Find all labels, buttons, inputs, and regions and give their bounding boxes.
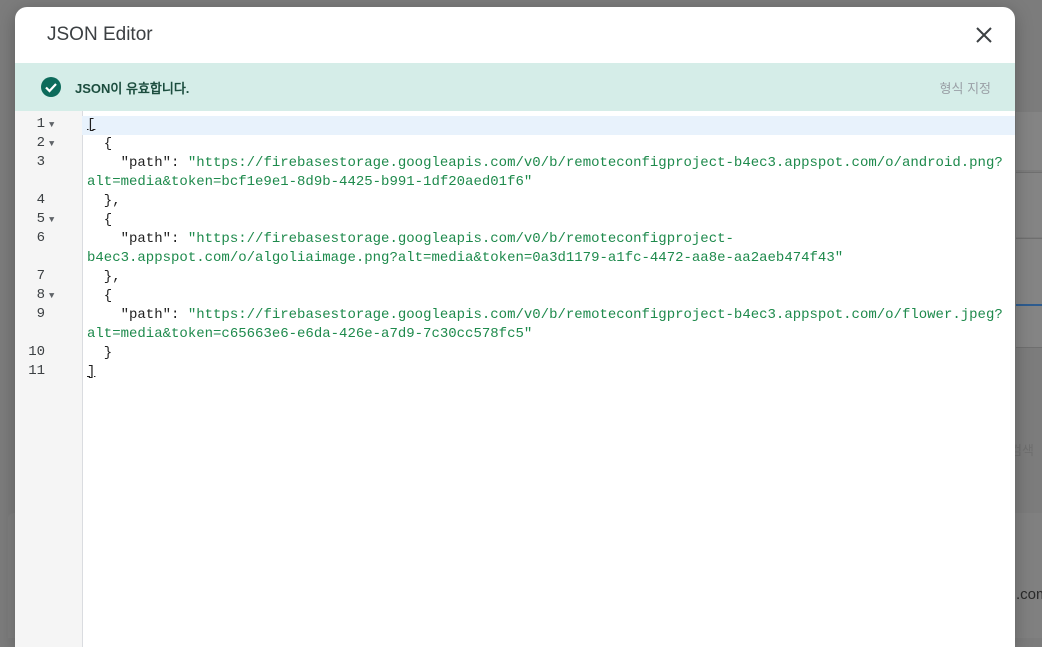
line-number: 6 xyxy=(36,230,45,246)
code-line: alt=media&token=c65663e6-e6da-426e-a7d9-… xyxy=(87,326,533,342)
line-number: 10 xyxy=(28,344,45,360)
code-line: "path": "https://firebasestorage.googlea… xyxy=(87,155,1003,171)
background-panel xyxy=(1016,238,1042,348)
fold-toggle-icon[interactable]: ▼ xyxy=(49,116,54,135)
line-number: 3 xyxy=(36,154,45,170)
line-number: 2 xyxy=(36,135,45,151)
background-url-fragment: .com xyxy=(1016,586,1042,603)
check-circle-icon xyxy=(41,77,61,97)
code-line: alt=media&token=bcf1e9e1-8d9b-4425-b991-… xyxy=(87,174,533,190)
line-number: 9 xyxy=(36,306,45,322)
fold-toggle-icon[interactable]: ▼ xyxy=(49,135,54,154)
validation-status-text: JSON이 유효합니다. xyxy=(75,81,190,96)
line-number: 4 xyxy=(36,192,45,208)
code-line: { xyxy=(87,288,113,304)
active-line-highlight xyxy=(82,116,1015,135)
code-line: [ xyxy=(87,117,96,133)
close-button[interactable] xyxy=(971,22,997,48)
background-panel xyxy=(1016,112,1042,170)
code-line: ] xyxy=(87,364,96,380)
line-number: 8 xyxy=(36,287,45,303)
background-input-underline xyxy=(1016,304,1042,306)
code-editor[interactable]: 1 2 3 4 5 6 7 8 9 10 11 ▼ ▼ ▼ ▼ [ { "pat… xyxy=(15,111,1015,647)
fold-toggle-icon[interactable]: ▼ xyxy=(49,211,54,230)
code-line: "path": "https://firebasestorage.googlea… xyxy=(87,307,1003,323)
line-number: 5 xyxy=(36,211,45,227)
json-editor-dialog: JSON Editor JSON이 유효합니다. 형식 지정 1 2 3 4 5… xyxy=(15,7,1015,647)
line-number: 11 xyxy=(28,363,45,379)
code-line: b4ec3.appspot.com/o/algoliaimage.png?alt… xyxy=(87,250,844,266)
code-line: }, xyxy=(87,193,121,209)
fold-toggle-icon[interactable]: ▼ xyxy=(49,287,54,306)
line-number: 1 xyxy=(36,116,45,132)
code-line: { xyxy=(87,212,113,228)
dialog-header: JSON Editor xyxy=(15,7,1015,63)
code-line: { xyxy=(87,136,113,152)
close-icon xyxy=(976,27,992,43)
code-line: } xyxy=(87,345,113,361)
code-line: }, xyxy=(87,269,121,285)
validation-banner: JSON이 유효합니다. 형식 지정 xyxy=(15,63,1015,111)
dialog-title: JSON Editor xyxy=(47,24,153,45)
background-panel xyxy=(1016,172,1042,237)
format-button[interactable]: 형식 지정 xyxy=(940,78,991,97)
code-line: "path": "https://firebasestorage.googlea… xyxy=(87,231,734,247)
line-number: 7 xyxy=(36,268,45,284)
